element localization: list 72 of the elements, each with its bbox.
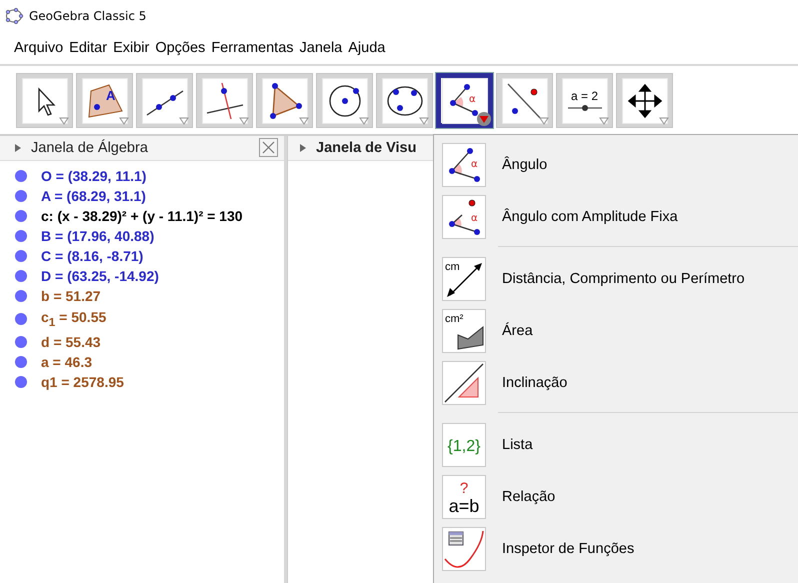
slider-icon [568, 104, 602, 112]
algebra-entry[interactable]: b = 51.27 [41, 288, 101, 304]
panel-title: Janela de Visu [316, 140, 416, 156]
dropdown-triangle-icon [419, 117, 429, 125]
tool-button[interactable] [616, 73, 673, 128]
algebra-entry[interactable]: D = (63.25, -14.92) [41, 268, 159, 284]
visibility-dot[interactable] [15, 210, 27, 222]
menu-item[interactable]: Opções [155, 40, 206, 56]
visibility-dot[interactable] [15, 290, 27, 302]
menu-item[interactable]: Janela [300, 40, 342, 56]
algebra-entry[interactable]: B = (17.96, 40.88) [41, 228, 154, 244]
visibility-dot[interactable] [15, 170, 27, 182]
tool-button[interactable]: a = 2 [556, 73, 613, 128]
visibility-dot[interactable] [15, 230, 27, 242]
menu-item[interactable]: ? a=b Relação [434, 471, 798, 523]
dropdown-triangle-icon [299, 117, 309, 125]
visibility-dot[interactable] [15, 313, 27, 325]
visibility-dot[interactable] [15, 376, 27, 388]
algebra-entry[interactable]: q1 = 2578.95 [41, 374, 124, 390]
visibility-dot[interactable] [15, 270, 27, 282]
menu-item[interactable]: Exibir [113, 40, 150, 56]
algebra-entry[interactable]: a = 46.3 [41, 354, 92, 370]
dropdown-triangle-icon [59, 117, 69, 125]
tool-button[interactable] [196, 73, 253, 128]
menu-item[interactable]: α Ângulo com Amplitude Fixa [434, 191, 798, 243]
dropdown-triangle-icon [539, 117, 549, 125]
dropdown-triangle-icon [179, 117, 189, 125]
app-logo-icon [5, 8, 23, 24]
menu-item[interactable]: {1,2} Lista [434, 419, 798, 471]
perpendicular-line-icon [204, 80, 244, 120]
menu-item[interactable]: Arquivo [14, 40, 64, 56]
list-icon: {1,2} [444, 425, 484, 465]
menu-item[interactable]: Inspetor de Funções [434, 523, 798, 575]
menu-item[interactable]: Ferramentas [211, 40, 294, 56]
menu-item[interactable]: cm Distância, Comprimento ou Perímetro [434, 253, 798, 305]
relation-icon: ? a=b [444, 477, 484, 517]
window-title: GeoGebra Classic 5 [29, 9, 146, 23]
tool-button[interactable] [376, 73, 433, 128]
visibility-dot[interactable] [15, 190, 27, 202]
close-icon[interactable] [259, 138, 278, 157]
panel-title: Janela de Álgebra [31, 140, 148, 156]
visibility-dot[interactable] [15, 356, 27, 368]
tool-button[interactable] [136, 73, 193, 128]
tool-button[interactable]: A [76, 73, 133, 128]
algebra-entry[interactable]: c$_{1}$ = 50.55 [41, 309, 106, 329]
collapse-triangle-icon[interactable] [15, 144, 21, 152]
menu-item[interactable]: α Ângulo [434, 139, 798, 191]
tool-button[interactable]: α [436, 73, 493, 128]
dropdown-triangle-icon [119, 117, 129, 125]
tool-button[interactable] [16, 73, 73, 128]
tool-button[interactable] [316, 73, 373, 128]
algebra-entry[interactable]: C = (8.16, -8.71) [41, 248, 144, 264]
dropdown-triangle-icon [239, 117, 249, 125]
algebra-entry[interactable]: A = (68.29, 31.1) [41, 188, 146, 204]
slope-triangle-icon [444, 363, 484, 403]
function-inspector-icon [444, 529, 484, 569]
menu-item[interactable]: Inclinação [434, 357, 798, 409]
menu-item[interactable]: Ajuda [348, 40, 386, 56]
slider-label: a = 2 [570, 89, 598, 103]
tool-button[interactable] [256, 73, 313, 128]
dropdown-triangle-icon [599, 117, 609, 125]
dropdown-triangle-icon [359, 117, 369, 125]
menu-item[interactable]: Editar [69, 40, 108, 56]
menu-item[interactable]: cm² Área [434, 305, 798, 357]
dropdown-triangle-icon [659, 117, 669, 125]
tool-button[interactable] [496, 73, 553, 128]
algebra-entry[interactable]: c: (x - 38.29)² + (y - 11.1)² = 130 [41, 208, 243, 224]
algebra-entry[interactable]: O = (38.29, 11.1) [41, 168, 146, 184]
collapse-triangle-icon[interactable] [300, 144, 306, 152]
visibility-dot[interactable] [15, 250, 27, 262]
visibility-dot[interactable] [15, 336, 27, 348]
algebra-entry[interactable]: d = 55.43 [41, 334, 101, 350]
